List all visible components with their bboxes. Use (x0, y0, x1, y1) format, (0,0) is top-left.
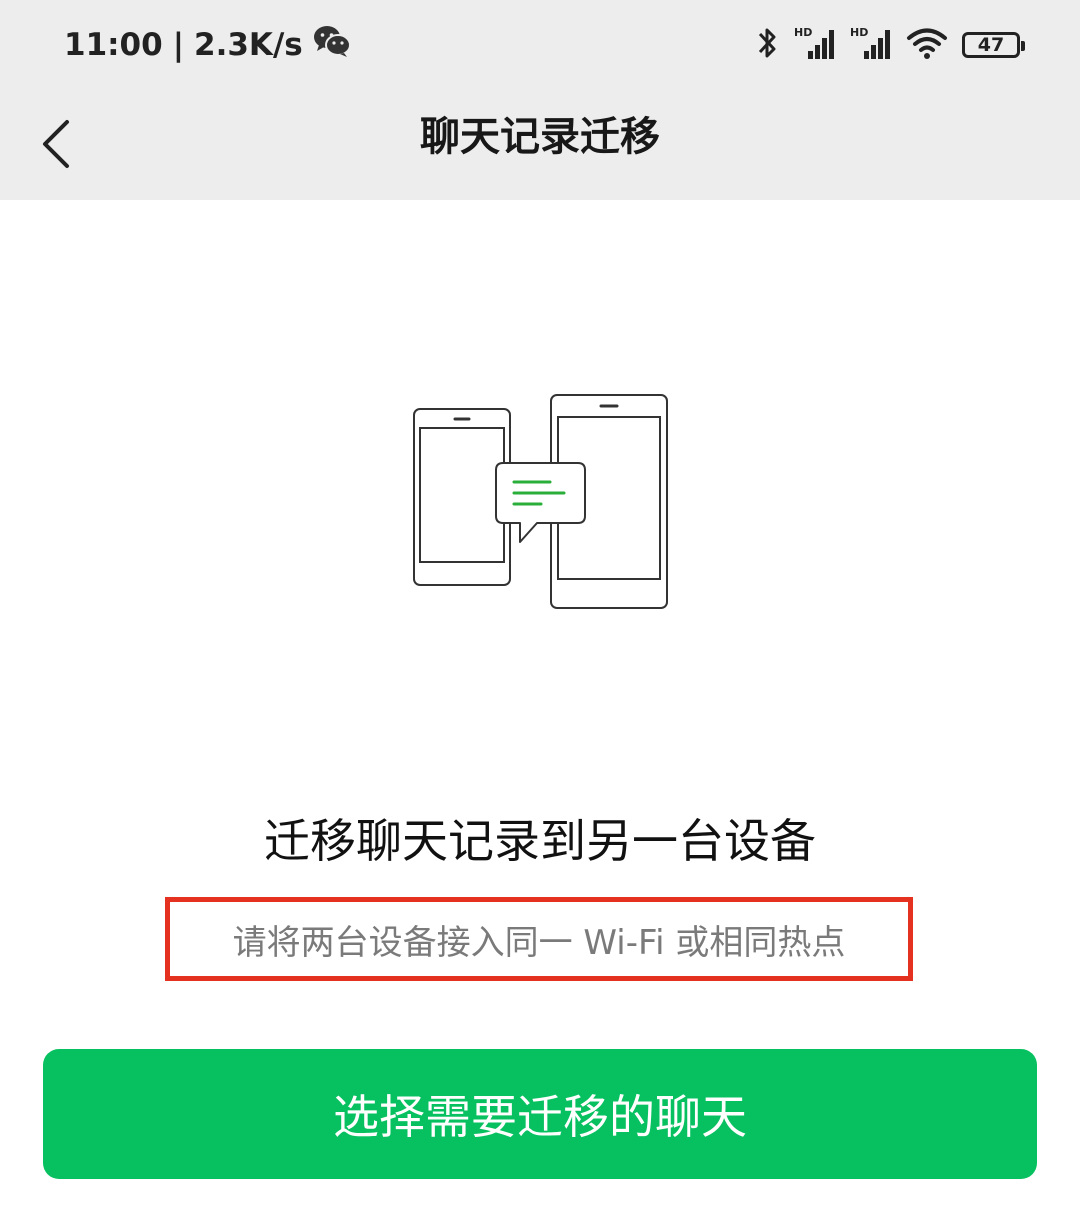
battery-level: 47 (977, 34, 1005, 56)
two-phones-chat-transfer-icon (410, 390, 672, 614)
headline: 迁移聊天记录到另一台设备 (264, 814, 816, 868)
hd-signal-icon: HD (794, 25, 836, 65)
status-right: HD HD 47 (754, 22, 1025, 68)
status-separator: | (172, 27, 185, 63)
hint-highlight-box: 请将两台设备接入同一 Wi-Fi 或相同热点 (165, 897, 913, 981)
status-left: 11:00 | 2.3K/s (64, 24, 351, 66)
status-net-speed: 2.3K/s (194, 27, 303, 63)
hint-text: 请将两台设备接入同一 Wi-Fi 或相同热点 (232, 922, 846, 963)
bluetooth-icon (754, 25, 780, 65)
select-chats-button[interactable]: 选择需要迁移的聊天 (43, 1049, 1037, 1179)
page-title: 聊天记录迁移 (420, 114, 660, 160)
wifi-icon (906, 26, 948, 64)
hd-signal-icon: HD (850, 25, 892, 65)
wechat-icon (313, 24, 351, 66)
battery-icon: 47 (962, 32, 1025, 58)
status-bar: 11:00 | 2.3K/s HD HD 47 (0, 0, 1080, 92)
nav-bar: 聊天记录迁移 (0, 92, 1080, 200)
status-time: 11:00 (64, 27, 163, 63)
svg-text:HD: HD (850, 26, 868, 39)
svg-text:HD: HD (794, 26, 812, 39)
